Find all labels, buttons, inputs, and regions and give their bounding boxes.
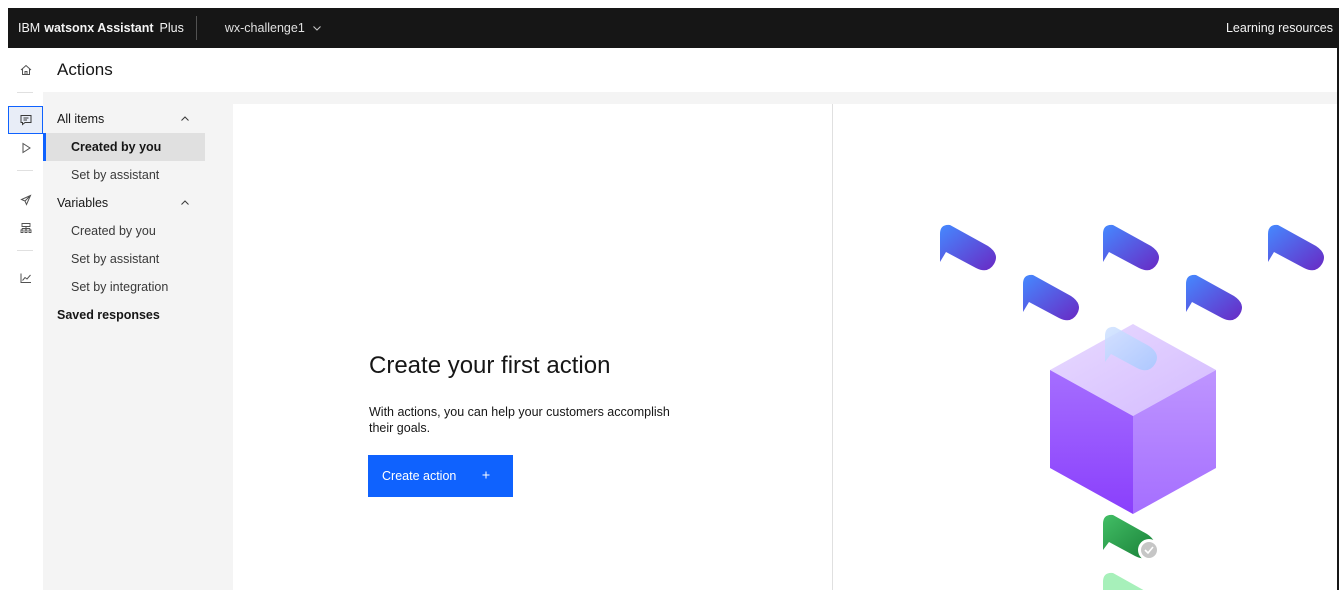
top-header: IBM watsonx Assistant Plus wx-challenge1… (8, 8, 1337, 48)
secondary-nav: All items Created by you Set by assistan… (43, 104, 233, 590)
brand[interactable]: IBM watsonx Assistant Plus (8, 8, 184, 48)
rail-environments[interactable] (8, 214, 43, 242)
home-icon (20, 64, 31, 75)
bubble-1 (940, 224, 996, 271)
rail-separator (17, 92, 33, 93)
nav-item-label: Created by you (71, 224, 156, 238)
nav-item-label: Set by assistant (71, 252, 160, 266)
nav-item-variables-set-by-assistant[interactable]: Set by assistant (43, 245, 205, 273)
preview-play-icon (22, 142, 31, 154)
nav-item-saved-responses[interactable]: Saved responses (43, 301, 205, 329)
empty-state-description: With actions, you can help your customer… (369, 405, 670, 435)
header-divider (195, 16, 197, 40)
nav-group-variables[interactable]: Variables (43, 189, 205, 217)
nav-item-actions-set-by-assistant[interactable]: Set by assistant (43, 161, 205, 189)
empty-state-title: Create your first action (369, 352, 611, 379)
content-top-strip (43, 92, 1337, 104)
chevron-down-icon (311, 22, 323, 34)
nav-group-all-items[interactable]: All items (43, 105, 205, 133)
faded-bubble (1103, 572, 1144, 590)
environments-icon (20, 223, 31, 233)
chevron-up-icon (181, 200, 189, 205)
nav-item-label: Saved responses (57, 308, 160, 322)
nav-item-actions-created-by-you[interactable]: Created by you (43, 133, 205, 161)
rail-publish[interactable] (8, 186, 43, 214)
publish-rocket-icon (19, 194, 31, 206)
learning-resources-link[interactable]: Learning resources (1226, 21, 1337, 35)
analytics-icon (20, 273, 31, 283)
actions-chat-icon (20, 115, 31, 126)
create-action-button[interactable]: Create action (368, 455, 513, 497)
rail-separator (17, 170, 33, 171)
rail-preview[interactable] (8, 134, 43, 162)
bubble-2 (1103, 224, 1159, 271)
create-action-label: Create action (382, 469, 457, 483)
nav-item-label: Created by you (71, 140, 162, 154)
workspace-switcher[interactable]: wx-challenge1 (225, 8, 323, 48)
workspace-name: wx-challenge1 (224, 21, 305, 35)
bubble-4 (1023, 274, 1079, 321)
bubble-3 (1268, 224, 1324, 271)
success-bubble (1103, 514, 1160, 561)
nav-item-variables-created-by-you[interactable]: Created by you (43, 217, 205, 245)
rail-home[interactable] (8, 56, 43, 84)
app-frame: IBM watsonx Assistant Plus wx-challenge1… (0, 0, 1343, 590)
page-title: Actions (57, 60, 113, 79)
icon-rail (8, 48, 43, 590)
brand-prefix: IBM (18, 21, 41, 35)
rail-actions[interactable] (8, 106, 43, 134)
actions-illustration (940, 224, 1324, 590)
nav-item-variables-set-by-integration[interactable]: Set by integration (43, 273, 205, 301)
plus-icon (482, 471, 490, 479)
nav-item-label: Set by assistant (71, 168, 160, 182)
window-edge (1337, 8, 1339, 590)
nav-group-label: Variables (57, 196, 109, 210)
rail-separator (17, 250, 33, 251)
nav-item-label: Set by integration (71, 280, 169, 294)
rail-analytics[interactable] (8, 264, 43, 292)
brand-name: watsonx Assistant (44, 21, 154, 35)
chevron-up-icon (181, 116, 189, 121)
bubble-5 (1186, 274, 1242, 321)
brand-plan: Plus (159, 21, 184, 35)
nav-group-label: All items (57, 112, 105, 126)
empty-state-illustration (833, 104, 1337, 590)
